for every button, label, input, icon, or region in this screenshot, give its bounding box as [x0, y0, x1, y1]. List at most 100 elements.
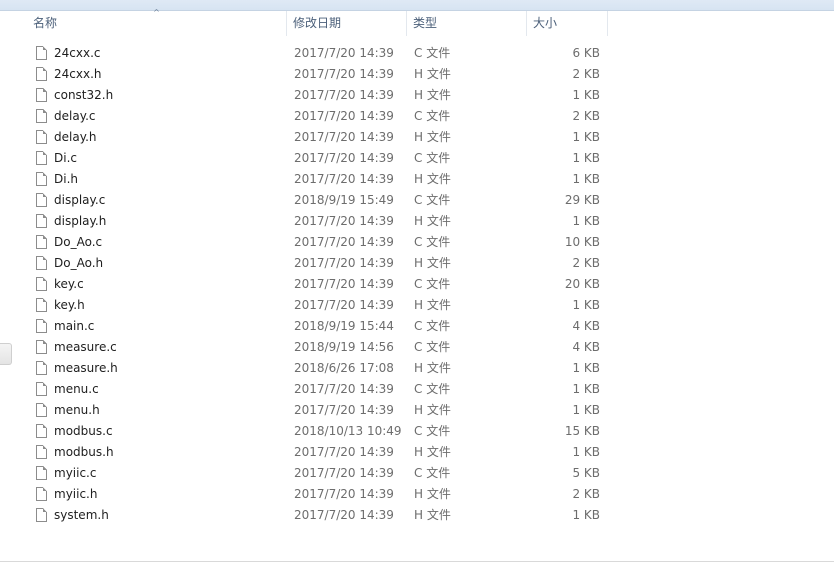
file-type: C 文件 [414, 340, 451, 354]
file-type: H 文件 [414, 214, 451, 228]
file-size: 1 KB [572, 361, 600, 375]
column-header-name[interactable]: ^ 名称 [27, 8, 287, 36]
file-row[interactable]: measure.c 2018/9/19 14:56 C 文件 4 KB [0, 337, 834, 358]
file-row[interactable]: 24cxx.c 2017/7/20 14:39 C 文件 6 KB [0, 43, 834, 64]
explorer-window: ^ 名称 修改日期 类型 大小 24cxx.c 2017/7/20 14:39 C … [0, 0, 834, 562]
file-type: H 文件 [414, 130, 451, 144]
column-header-type[interactable]: 类型 [407, 11, 527, 36]
file-row[interactable]: myiic.c 2017/7/20 14:39 C 文件 5 KB [0, 463, 834, 484]
file-size: 10 KB [564, 235, 600, 249]
column-header-date-label: 修改日期 [293, 16, 342, 30]
column-header-bar: ^ 名称 修改日期 类型 大小 [0, 8, 834, 36]
file-size: 1 KB [572, 130, 600, 144]
file-row[interactable]: menu.h 2017/7/20 14:39 H 文件 1 KB [0, 400, 834, 421]
file-icon [36, 67, 47, 81]
file-size: 2 KB [572, 67, 600, 81]
file-icon [36, 361, 47, 375]
file-size: 1 KB [572, 88, 600, 102]
file-name: Di.h [54, 172, 78, 186]
file-type: C 文件 [414, 193, 451, 207]
file-name: system.h [54, 508, 109, 522]
file-type: H 文件 [414, 298, 451, 312]
file-type: C 文件 [414, 424, 451, 438]
file-row[interactable]: Do_Ao.c 2017/7/20 14:39 C 文件 10 KB [0, 232, 834, 253]
file-row[interactable]: menu.c 2017/7/20 14:39 C 文件 1 KB [0, 379, 834, 400]
file-modified-date: 2017/7/20 14:39 [294, 277, 394, 291]
file-type: H 文件 [414, 172, 451, 186]
file-type: C 文件 [414, 277, 451, 291]
file-row[interactable]: Do_Ao.h 2017/7/20 14:39 H 文件 2 KB [0, 253, 834, 274]
file-modified-date: 2018/9/19 15:44 [294, 319, 394, 333]
file-row[interactable]: modbus.c 2018/10/13 10:49 C 文件 15 KB [0, 421, 834, 442]
file-type: H 文件 [414, 256, 451, 270]
file-name: measure.h [54, 361, 118, 375]
file-row[interactable]: delay.c 2017/7/20 14:39 C 文件 2 KB [0, 106, 834, 127]
file-name: 24cxx.c [54, 46, 101, 60]
file-name: delay.h [54, 130, 97, 144]
file-row[interactable]: const32.h 2017/7/20 14:39 H 文件 1 KB [0, 85, 834, 106]
file-modified-date: 2018/9/19 14:56 [294, 340, 394, 354]
file-size: 1 KB [572, 172, 600, 186]
file-modified-date: 2017/7/20 14:39 [294, 214, 394, 228]
file-icon [36, 109, 47, 123]
column-header-size-label: 大小 [533, 16, 558, 30]
file-name: 24cxx.h [54, 67, 102, 81]
file-row[interactable]: Di.c 2017/7/20 14:39 C 文件 1 KB [0, 148, 834, 169]
file-modified-date: 2018/9/19 15:49 [294, 193, 394, 207]
file-row[interactable]: display.h 2017/7/20 14:39 H 文件 1 KB [0, 211, 834, 232]
file-name: modbus.c [54, 424, 113, 438]
file-size: 2 KB [572, 256, 600, 270]
file-size: 1 KB [572, 151, 600, 165]
file-modified-date: 2018/10/13 10:49 [294, 424, 402, 438]
file-modified-date: 2017/7/20 14:39 [294, 445, 394, 459]
file-size: 4 KB [572, 340, 600, 354]
file-modified-date: 2017/7/20 14:39 [294, 466, 394, 480]
file-row[interactable]: modbus.h 2017/7/20 14:39 H 文件 1 KB [0, 442, 834, 463]
file-icon [36, 256, 47, 270]
file-row[interactable]: myiic.h 2017/7/20 14:39 H 文件 2 KB [0, 484, 834, 505]
file-type: H 文件 [414, 67, 451, 81]
file-name: myiic.h [54, 487, 98, 501]
file-modified-date: 2017/7/20 14:39 [294, 382, 394, 396]
file-size: 29 KB [564, 193, 600, 207]
file-icon [36, 445, 47, 459]
column-header-date[interactable]: 修改日期 [287, 11, 407, 36]
file-name: menu.h [54, 403, 100, 417]
file-row[interactable]: main.c 2018/9/19 15:44 C 文件 4 KB [0, 316, 834, 337]
file-row[interactable]: key.h 2017/7/20 14:39 H 文件 1 KB [0, 295, 834, 316]
file-name: delay.c [54, 109, 96, 123]
file-icon [36, 172, 47, 186]
file-row[interactable]: display.c 2018/9/19 15:49 C 文件 29 KB [0, 190, 834, 211]
file-size: 5 KB [572, 466, 600, 480]
file-name: menu.c [54, 382, 99, 396]
column-header-size[interactable]: 大小 [527, 11, 608, 36]
file-type: C 文件 [414, 235, 451, 249]
file-size: 15 KB [564, 424, 600, 438]
file-size: 1 KB [572, 508, 600, 522]
file-icon [36, 193, 47, 207]
file-type: H 文件 [414, 361, 451, 375]
file-row[interactable]: key.c 2017/7/20 14:39 C 文件 20 KB [0, 274, 834, 295]
file-name: modbus.h [54, 445, 114, 459]
file-name: const32.h [54, 88, 114, 102]
file-size: 2 KB [572, 487, 600, 501]
file-name: Do_Ao.c [54, 235, 103, 249]
file-type: C 文件 [414, 109, 451, 123]
navigation-pane-splitter[interactable] [0, 343, 12, 365]
file-icon [36, 277, 47, 291]
file-type: H 文件 [414, 88, 451, 102]
file-type: H 文件 [414, 487, 451, 501]
file-type: C 文件 [414, 151, 451, 165]
file-row[interactable]: delay.h 2017/7/20 14:39 H 文件 1 KB [0, 127, 834, 148]
column-header-name-label: 名称 [33, 16, 58, 30]
file-row[interactable]: system.h 2017/7/20 14:39 H 文件 1 KB [0, 505, 834, 526]
file-name: key.c [54, 277, 84, 291]
file-row[interactable]: 24cxx.h 2017/7/20 14:39 H 文件 2 KB [0, 64, 834, 85]
file-modified-date: 2017/7/20 14:39 [294, 298, 394, 312]
file-type: H 文件 [414, 445, 451, 459]
file-type: C 文件 [414, 466, 451, 480]
file-row[interactable]: Di.h 2017/7/20 14:39 H 文件 1 KB [0, 169, 834, 190]
file-modified-date: 2017/7/20 14:39 [294, 487, 394, 501]
file-row[interactable]: measure.h 2018/6/26 17:08 H 文件 1 KB [0, 358, 834, 379]
file-size: 1 KB [572, 403, 600, 417]
